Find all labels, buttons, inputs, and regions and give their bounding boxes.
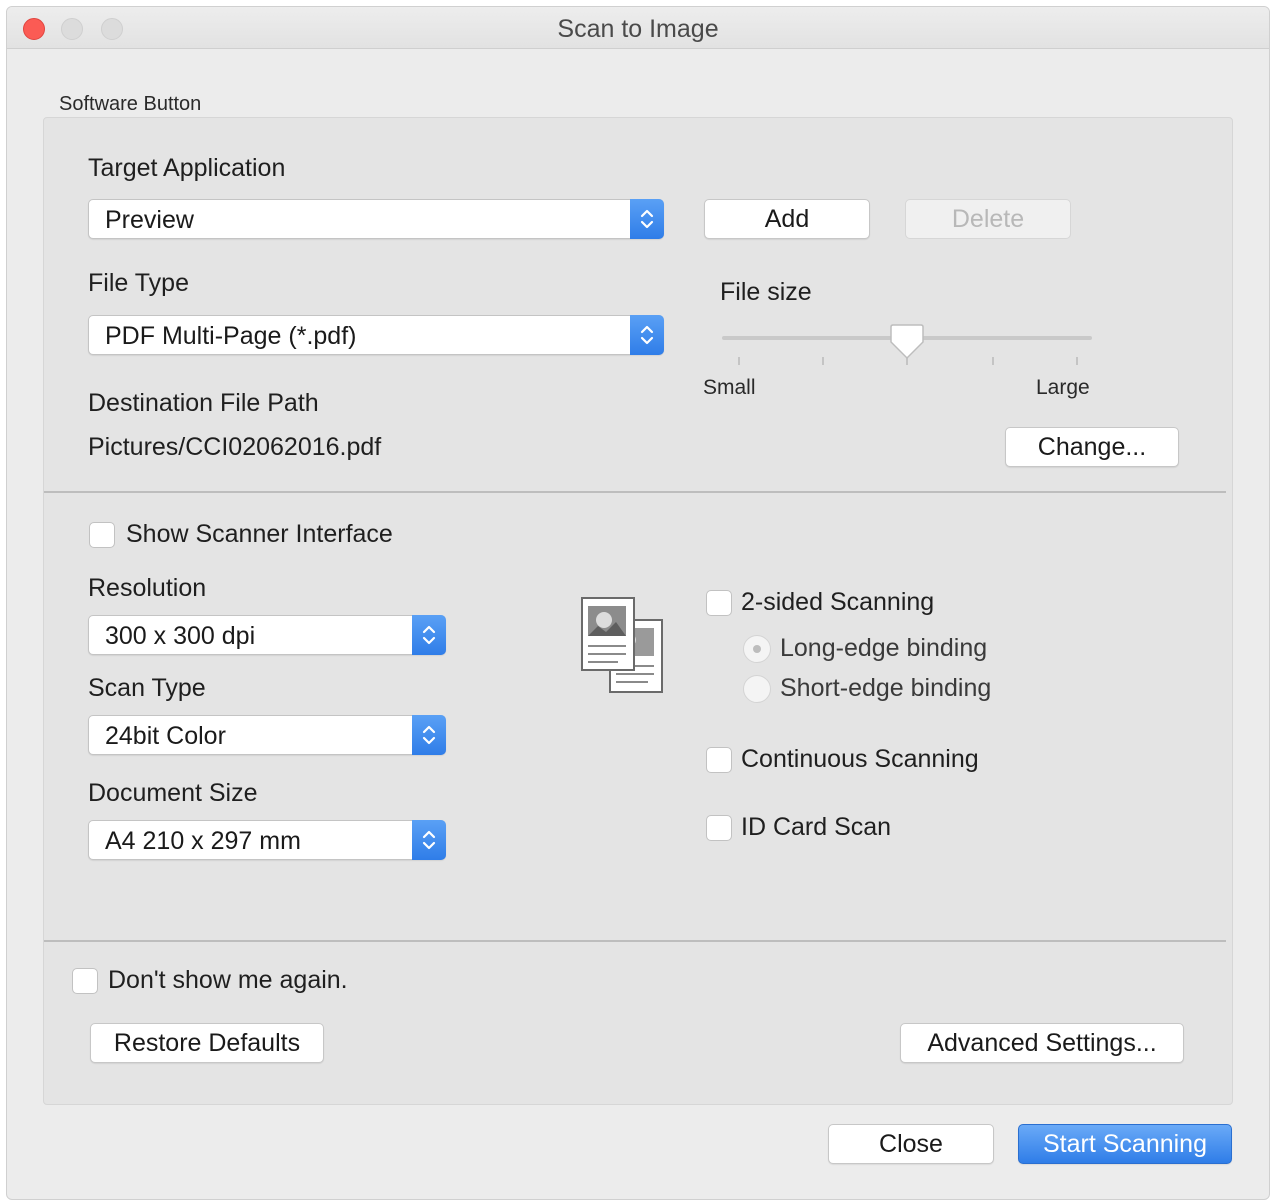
file-type-select[interactable]: PDF Multi-Page (*.pdf) bbox=[88, 315, 664, 355]
section-divider bbox=[44, 940, 1226, 942]
resolution-select[interactable]: 300 x 300 dpi bbox=[88, 615, 446, 655]
up-down-chevron-icon bbox=[630, 315, 664, 355]
slider-tick bbox=[1076, 357, 1078, 365]
group-label: Software Button bbox=[59, 93, 202, 115]
up-down-chevron-icon bbox=[412, 715, 446, 755]
scan-type-value: 24bit Color bbox=[105, 722, 226, 750]
up-down-chevron-icon bbox=[630, 199, 664, 239]
continuous-scanning-label: Continuous Scanning bbox=[741, 745, 979, 773]
document-size-select[interactable]: A4 210 x 297 mm bbox=[88, 820, 446, 860]
section-divider bbox=[44, 491, 1226, 493]
file-size-large-label: Large bbox=[1036, 376, 1090, 399]
up-down-chevron-icon bbox=[412, 615, 446, 655]
delete-button[interactable]: Delete bbox=[905, 199, 1071, 239]
destination-path-value: Pictures/CCI02062016.pdf bbox=[88, 433, 382, 461]
continuous-scanning-checkbox[interactable] bbox=[706, 747, 732, 773]
title-bar[interactable]: Scan to Image bbox=[7, 7, 1269, 49]
two-sided-document-icon bbox=[578, 594, 666, 703]
advanced-settings-button[interactable]: Advanced Settings... bbox=[900, 1023, 1184, 1063]
file-size-label: File size bbox=[720, 278, 812, 306]
target-application-value: Preview bbox=[105, 206, 194, 234]
close-button[interactable]: Close bbox=[828, 1124, 994, 1164]
slider-tick bbox=[738, 357, 740, 365]
scan-type-select[interactable]: 24bit Color bbox=[88, 715, 446, 755]
document-size-label: Document Size bbox=[88, 779, 258, 807]
slider-tick bbox=[822, 357, 824, 365]
two-sided-scanning-checkbox[interactable] bbox=[706, 590, 732, 616]
restore-defaults-button[interactable]: Restore Defaults bbox=[90, 1023, 324, 1063]
file-type-value: PDF Multi-Page (*.pdf) bbox=[105, 322, 357, 350]
two-sided-scanning-label: 2-sided Scanning bbox=[741, 588, 935, 616]
document-size-value: A4 210 x 297 mm bbox=[105, 827, 301, 855]
file-size-slider-thumb[interactable] bbox=[889, 322, 925, 367]
start-scanning-button[interactable]: Start Scanning bbox=[1018, 1124, 1232, 1164]
id-card-scan-checkbox[interactable] bbox=[706, 815, 732, 841]
file-size-small-label: Small bbox=[703, 376, 756, 399]
destination-path-label: Destination File Path bbox=[88, 389, 319, 417]
file-type-label: File Type bbox=[88, 269, 189, 297]
id-card-scan-label: ID Card Scan bbox=[741, 813, 892, 841]
target-application-label: Target Application bbox=[88, 154, 286, 182]
short-edge-binding-radio[interactable] bbox=[743, 675, 771, 703]
resolution-label: Resolution bbox=[88, 574, 207, 602]
resolution-value: 300 x 300 dpi bbox=[105, 622, 256, 650]
show-scanner-interface-checkbox[interactable] bbox=[89, 522, 115, 548]
scan-type-label: Scan Type bbox=[88, 674, 206, 702]
change-path-button[interactable]: Change... bbox=[1005, 427, 1179, 467]
slider-tick bbox=[992, 357, 994, 365]
long-edge-binding-label: Long-edge binding bbox=[780, 634, 988, 662]
show-scanner-interface-label: Show Scanner Interface bbox=[126, 520, 393, 548]
long-edge-binding-radio[interactable] bbox=[743, 635, 771, 663]
dont-show-again-checkbox[interactable] bbox=[72, 968, 98, 994]
short-edge-binding-label: Short-edge binding bbox=[780, 674, 992, 702]
dont-show-again-label: Don't show me again. bbox=[108, 966, 348, 994]
window-title: Scan to Image bbox=[557, 15, 719, 43]
target-application-select[interactable]: Preview bbox=[88, 199, 664, 239]
add-button[interactable]: Add bbox=[704, 199, 870, 239]
up-down-chevron-icon bbox=[412, 820, 446, 860]
